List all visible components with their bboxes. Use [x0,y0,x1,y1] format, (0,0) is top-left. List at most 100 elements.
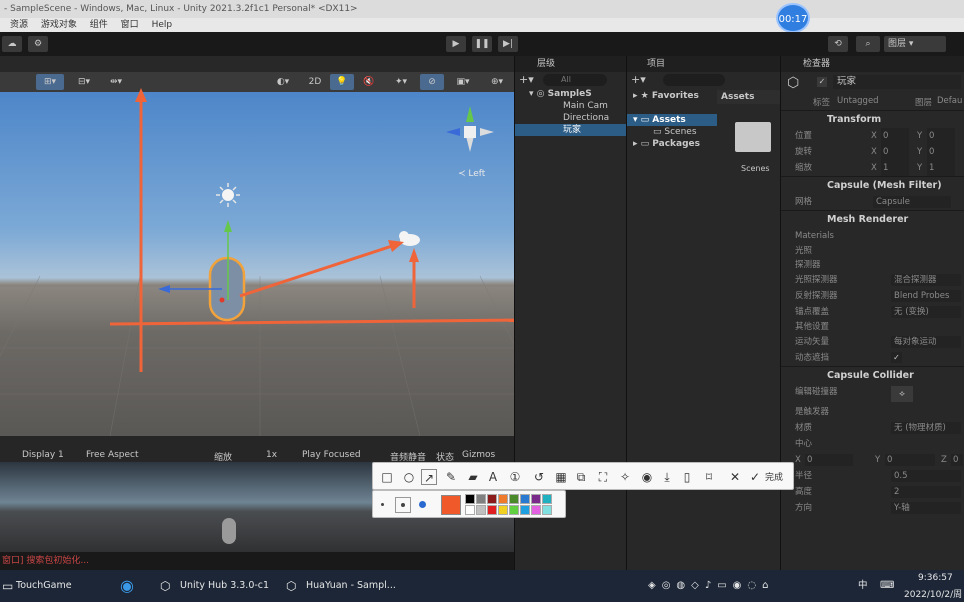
download-icon[interactable]: ⤓ [659,469,675,485]
position-x-field[interactable]: 0 [881,128,909,144]
color-swatch[interactable] [465,505,475,515]
color-swatch[interactable] [487,505,497,515]
menu-gameobject[interactable]: 游戏对象 [41,18,77,32]
color-swatch[interactable] [542,494,552,504]
assets-breadcrumb[interactable]: Assets [717,90,781,104]
tab-hierarchy[interactable]: 层级 [515,56,626,72]
ime-indicator[interactable]: 中 [858,570,868,602]
camera-gizmo-icon[interactable] [399,231,420,246]
done-button[interactable]: 完成 [765,470,783,483]
unity-editor-icon[interactable]: ⬡ [286,570,296,602]
color-swatch[interactable] [509,505,519,515]
direction-dropdown[interactable]: Y-轴 [891,502,961,514]
reflection-dropdown[interactable]: Blend Probes [891,290,961,302]
menu-assets[interactable]: 资源 [10,18,28,32]
color-swatch[interactable] [476,494,486,504]
recording-timer[interactable]: 00:17 [776,3,810,33]
scale-x-field[interactable]: 1 [881,160,909,176]
center-y-field[interactable]: 0 [885,454,935,466]
tab-inspector[interactable]: 检查器 [781,56,964,72]
clock-time[interactable]: 9:36:57 [918,573,953,583]
is-trigger-row[interactable]: 是触发器 [781,404,964,420]
keyboard-icon[interactable]: ⌨ [880,570,894,602]
search-icon[interactable]: ⌕ [856,36,880,52]
center-z-field[interactable]: 0 [951,454,963,466]
probes-row[interactable]: 探测器 [781,258,964,272]
y-axis-arrow-icon[interactable] [224,220,232,232]
other-settings-row[interactable]: 其他设置 [781,320,964,334]
assets-item[interactable]: ▾ ▭ Assets [627,114,717,126]
scene-root[interactable]: ▾ ◎ SampleS [515,88,626,100]
color-swatch[interactable] [531,505,541,515]
record-icon[interactable]: ◉ [639,469,655,485]
radius-field[interactable]: 0.5 [891,470,961,482]
folder-app-icon[interactable]: ▭ [2,570,13,602]
close-icon[interactable]: ✕ [727,469,743,485]
tab-project[interactable]: 项目 [627,56,780,72]
tray-icons[interactable]: ◈◎◍◇♪▭◉◌⌂ [648,570,774,602]
motion-dropdown[interactable]: 每对象运动 [891,336,961,348]
taskbar-item-unity-hub[interactable]: Unity Hub 3.3.0-c1 [180,570,269,602]
play-button[interactable]: ▶ [446,36,466,52]
dynamic-checkbox[interactable]: ✓ [891,352,902,363]
scale-value[interactable]: 1x [266,450,277,460]
gizmos-toggle[interactable]: Gizmos [462,450,495,460]
center-x-field[interactable]: 0 [805,454,853,466]
capsule-collider-header[interactable]: Capsule Collider [781,366,964,384]
text-tool-icon[interactable]: A [485,469,501,485]
hierarchy-item-main-camera[interactable]: Main Cam [515,100,626,112]
layer-dropdown[interactable]: Defau [937,96,962,106]
ellipse-tool-icon[interactable]: ○ [401,469,417,485]
history-icon[interactable]: ⟲ [828,36,848,52]
pause-button[interactable]: ❚❚ [472,36,492,52]
color-swatch[interactable] [476,505,486,515]
rotation-y-field[interactable]: 0 [927,144,955,160]
position-y-field[interactable]: 0 [927,128,955,144]
rectangle-tool-icon[interactable]: □ [379,469,395,485]
color-swatch[interactable] [465,494,475,504]
size-large-dot[interactable] [419,501,426,508]
lighting-row[interactable]: 光照 [781,244,964,258]
edge-icon[interactable]: ◉ [120,570,134,602]
tag-dropdown[interactable]: Untagged [837,96,879,106]
display-dropdown[interactable]: Display 1 [22,450,64,460]
cloud-icon[interactable]: ☁ [2,36,22,52]
fullscreen-icon[interactable]: ⛶ [595,469,611,485]
mesh-renderer-header[interactable]: Mesh Renderer [781,210,964,228]
create-icon[interactable]: +▾ [631,73,646,86]
material-field[interactable]: 无 (物理材质) [891,422,961,434]
active-color-swatch[interactable] [441,495,461,515]
color-swatch[interactable] [487,494,497,504]
project-search-input[interactable] [663,74,725,86]
color-swatch[interactable] [520,494,530,504]
scale-y-field[interactable]: 1 [927,160,955,176]
hierarchy-item-player[interactable]: 玩家 [515,124,626,136]
edit-collider-button[interactable]: ⟡ [891,386,913,402]
orientation-gizmo[interactable] [446,106,494,152]
layers-dropdown[interactable]: 图层 ▾ [884,36,946,52]
arrow-tool-icon[interactable]: ↗ [421,469,437,485]
pen-tool-icon[interactable]: ✎ [443,469,459,485]
folder-icon[interactable] [735,122,771,152]
color-swatch[interactable] [531,494,541,504]
hierarchy-search-input[interactable]: All [543,74,607,86]
menu-help[interactable]: Help [152,18,173,32]
menu-window[interactable]: 窗口 [121,18,139,32]
light-probes-dropdown[interactable]: 混合探测器 [891,274,961,286]
add-icon[interactable]: +▾ [519,73,534,86]
check-icon[interactable]: ✓ [747,469,763,485]
color-swatch[interactable] [509,494,519,504]
mesh-field[interactable]: Capsule [873,196,951,208]
color-swatch[interactable] [498,505,508,515]
color-swatch[interactable] [542,505,552,515]
anchor-field[interactable]: 无 (变换) [891,306,961,318]
transform-header[interactable]: Transform [781,110,964,128]
rotation-x-field[interactable]: 0 [881,144,909,160]
aspect-dropdown[interactable]: Free Aspect [86,450,139,460]
settings-icon[interactable]: ⚙ [28,36,48,52]
undo-icon[interactable]: ↺ [531,469,547,485]
number-tool-icon[interactable]: ① [507,469,523,485]
active-checkbox[interactable]: ✓ [817,77,827,87]
object-name-field[interactable]: 玩家 [833,75,961,89]
mosaic-icon[interactable]: ▦ [553,469,569,485]
